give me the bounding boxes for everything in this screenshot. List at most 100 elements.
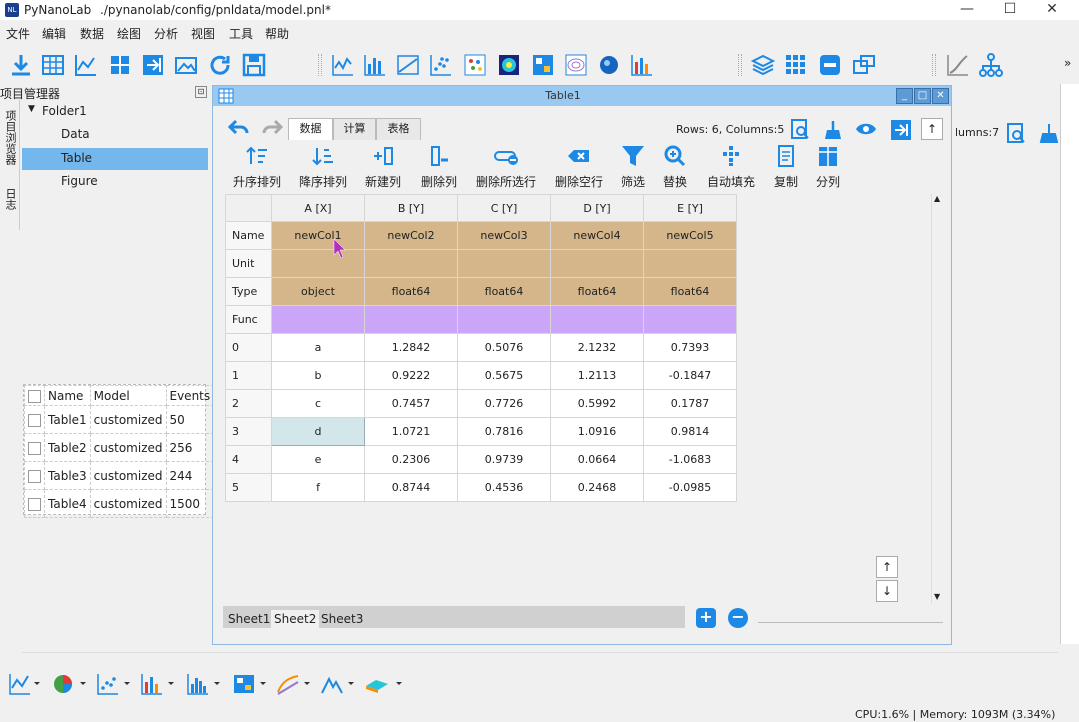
right-scroll-area[interactable]	[1060, 84, 1079, 644]
pin-icon[interactable]: ⊡	[195, 86, 207, 98]
scatter-icon[interactable]	[428, 52, 454, 78]
sheet-tab-3[interactable]: Sheet3	[318, 610, 366, 628]
tree-item-data[interactable]: Data	[61, 127, 90, 141]
data-cell[interactable]: 0.5992	[550, 389, 644, 418]
row-checkbox[interactable]	[24, 405, 45, 434]
scatter-icon[interactable]	[96, 672, 132, 696]
menu-edit[interactable]: 编辑	[42, 25, 66, 42]
column-header-b[interactable]: B [Y]	[364, 194, 458, 222]
heatmap-icon[interactable]	[496, 52, 522, 78]
3d-surface-icon[interactable]	[364, 672, 404, 696]
area-chart-icon[interactable]	[395, 52, 421, 78]
clean-icon[interactable]	[1039, 122, 1059, 144]
data-cell[interactable]: 0.5675	[457, 361, 551, 390]
export-icon[interactable]	[890, 119, 912, 141]
selected-cell[interactable]: d	[271, 417, 365, 446]
type-cell[interactable]: float64	[364, 277, 458, 306]
export-icon[interactable]	[140, 52, 166, 78]
name-cell[interactable]: newCol1	[271, 221, 365, 250]
column-header-name[interactable]: Name	[44, 385, 91, 406]
column-header-model[interactable]: Model	[89, 385, 167, 406]
menu-tools[interactable]: 工具	[229, 25, 253, 42]
window-icon[interactable]	[851, 52, 877, 78]
column-header-c[interactable]: C [Y]	[457, 194, 551, 222]
close-button[interactable]: ✕	[1030, 0, 1074, 20]
delete-column-button[interactable]: 删除列	[415, 144, 463, 190]
tab-data[interactable]: 数据	[288, 118, 333, 140]
data-cell[interactable]: -0.0985	[643, 473, 737, 502]
data-cell[interactable]: 0.9739	[457, 445, 551, 474]
menu-data[interactable]: 数据	[80, 25, 104, 42]
data-cell[interactable]: 0.2468	[550, 473, 644, 502]
auto-fill-button[interactable]: 自动填充	[703, 144, 759, 190]
data-cell[interactable]: 0.8744	[364, 473, 458, 502]
sort-ascending-button[interactable]: 升序排列	[229, 144, 285, 190]
name-cell[interactable]: newCol3	[457, 221, 551, 250]
func-cell[interactable]	[643, 305, 737, 334]
data-cell[interactable]: 0.7457	[364, 389, 458, 418]
scroll-down-arrow-icon[interactable]: ▼	[934, 592, 940, 601]
data-cell[interactable]: 2.1232	[550, 333, 644, 362]
column-header-a[interactable]: A [X]	[271, 194, 365, 222]
delete-selected-rows-button[interactable]: 删除所选行	[471, 144, 541, 190]
scroll-top-button[interactable]: ↑	[921, 118, 943, 140]
menu-file[interactable]: 文件	[6, 25, 30, 42]
scroll-up-button[interactable]: ↑	[876, 556, 898, 578]
tab-calc[interactable]: 计算	[333, 118, 376, 140]
func-cell[interactable]	[457, 305, 551, 334]
data-cell[interactable]: 0.4536	[457, 473, 551, 502]
chart-preview-icon[interactable]	[73, 52, 99, 78]
subwindow-minimize-button[interactable]: _	[896, 88, 913, 104]
func-cell[interactable]	[550, 305, 644, 334]
data-cell[interactable]: a	[271, 333, 365, 362]
unit-cell[interactable]	[457, 249, 551, 278]
row-checkbox[interactable]	[24, 433, 45, 462]
data-cell[interactable]: -1.0683	[643, 445, 737, 474]
line-chart-icon[interactable]	[8, 672, 42, 696]
pie-chart-icon[interactable]	[52, 672, 88, 696]
func-cell[interactable]	[271, 305, 365, 334]
line-chart-icon[interactable]	[330, 52, 356, 78]
unit-cell[interactable]	[643, 249, 737, 278]
unit-cell[interactable]	[550, 249, 644, 278]
new-column-button[interactable]: 新建列	[361, 144, 405, 190]
data-cell[interactable]: 0.0664	[550, 445, 644, 474]
search-table-icon[interactable]	[1005, 122, 1027, 144]
data-cell[interactable]: 0.5076	[457, 333, 551, 362]
data-cell[interactable]: 0.2306	[364, 445, 458, 474]
filter-button[interactable]: 筛选	[615, 144, 651, 190]
data-cell[interactable]: 0.7726	[457, 389, 551, 418]
data-cell[interactable]: 0.7816	[457, 417, 551, 446]
photo-icon[interactable]	[173, 52, 199, 78]
row-index[interactable]: 1	[225, 361, 272, 390]
name-cell[interactable]: newCol2	[364, 221, 458, 250]
sheet-tab-1[interactable]: Sheet1	[225, 610, 273, 628]
tab-project-browser[interactable]: 项目浏览器	[2, 110, 18, 165]
column-header-e[interactable]: E [Y]	[643, 194, 737, 222]
subwindow-restore-button[interactable]: □	[914, 88, 931, 104]
tree-item-table[interactable]: Table	[61, 151, 92, 165]
bar-chart-icon[interactable]	[362, 52, 388, 78]
data-cell[interactable]: c	[271, 389, 365, 418]
image-grid-icon[interactable]	[530, 52, 556, 78]
refresh-icon[interactable]	[207, 52, 233, 78]
column-chart-icon[interactable]	[629, 52, 655, 78]
corner-cell[interactable]	[225, 194, 272, 222]
undo-icon[interactable]	[227, 118, 251, 138]
data-cell[interactable]: e	[271, 445, 365, 474]
row-index[interactable]: 2	[225, 389, 272, 418]
subwindow-titlebar[interactable]: Table1 _ □ ✕	[213, 86, 951, 106]
clean-icon[interactable]	[823, 119, 843, 141]
scroll-down-button[interactable]: ↓	[876, 580, 898, 602]
split-icon[interactable]	[107, 52, 133, 78]
data-cell[interactable]: 0.7393	[643, 333, 737, 362]
data-cell[interactable]: -0.1847	[643, 361, 737, 390]
data-cell[interactable]: 1.2113	[550, 361, 644, 390]
tree-item-figure[interactable]: Figure	[61, 174, 98, 188]
sort-descending-button[interactable]: 降序排列	[295, 144, 351, 190]
layers-icon[interactable]	[750, 52, 776, 78]
row-index[interactable]: 0	[225, 333, 272, 362]
type-cell[interactable]: float64	[550, 277, 644, 306]
sheet-tab-2[interactable]: Sheet2	[271, 610, 320, 628]
type-cell[interactable]: float64	[643, 277, 737, 306]
